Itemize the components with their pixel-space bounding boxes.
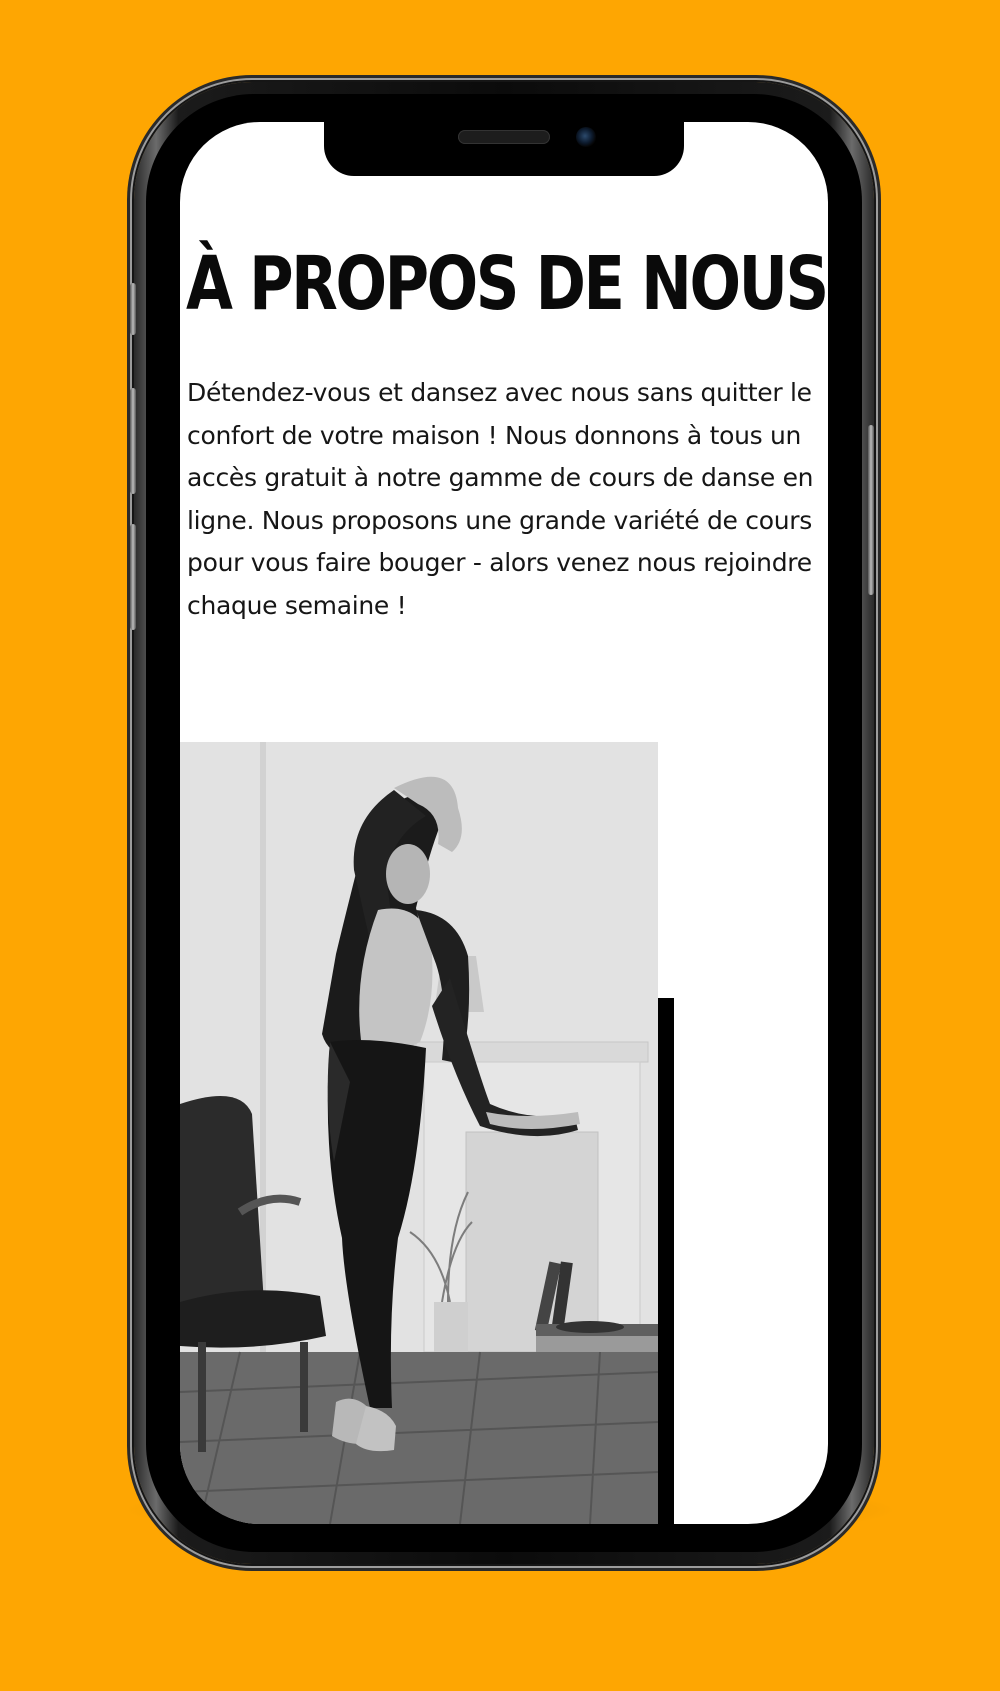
earpiece-speaker	[458, 130, 550, 144]
mute-switch	[130, 283, 136, 335]
page-title: À PROPOS DE NOUS	[186, 241, 828, 327]
volume-down-button	[130, 524, 136, 630]
phone-screen: À PROPOS DE NOUS Détendez-vous et dansez…	[180, 122, 828, 1524]
phone-notch	[324, 122, 684, 176]
volume-up-button	[130, 388, 136, 494]
power-button	[868, 425, 874, 595]
accent-bar	[658, 998, 674, 1524]
dancer-photo	[180, 742, 658, 1524]
front-camera-icon	[576, 127, 596, 147]
about-description: Détendez-vous et dansez avec nous sans q…	[187, 378, 814, 620]
dancer-illustration	[180, 742, 658, 1524]
